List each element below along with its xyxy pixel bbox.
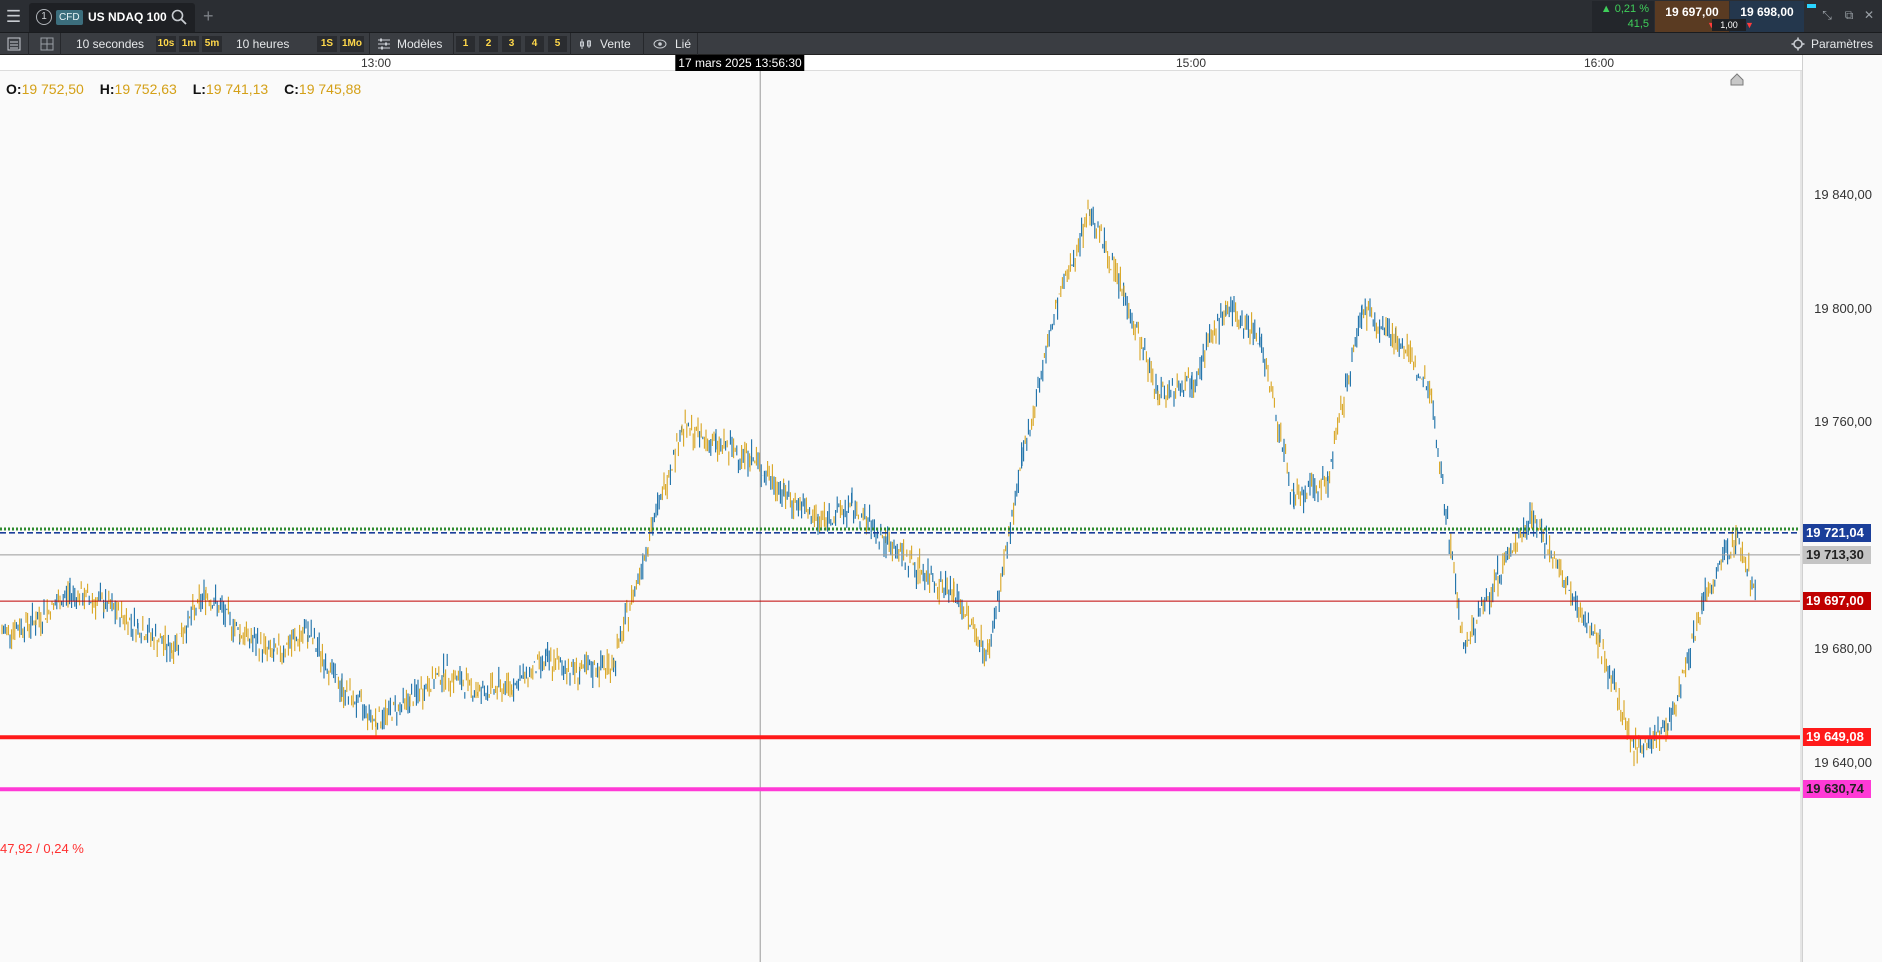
ohlc-low-value: 19 741,13	[205, 81, 269, 97]
popout-icon[interactable]: ⧉	[1842, 8, 1856, 22]
interval-5m-button[interactable]: 5m	[202, 36, 222, 52]
ohlc-close-label: C:	[284, 81, 299, 97]
spread-value: 1,00	[1712, 19, 1746, 31]
time-axis: 13:00 17 mars 2025 13:56:30 15:00 16:00	[0, 55, 1802, 71]
order-icon	[580, 39, 591, 49]
ohlc-open-value: 19 752,50	[21, 81, 84, 97]
layout-icon[interactable]	[39, 36, 55, 52]
toolbar-divider	[643, 33, 644, 55]
trading-chart-window: ☰ 1 CFD US NDAQ 100 + ▲ 0,21 % 41,5 19 6…	[0, 0, 1882, 962]
layout-3-button[interactable]: 3	[502, 36, 521, 52]
settings-button[interactable]: Paramètres	[1811, 33, 1873, 55]
price-chart[interactable]	[0, 71, 1882, 962]
price-tick-label: 19 680,00	[1814, 641, 1872, 657]
price-tick-label: 19 640,00	[1814, 755, 1872, 770]
eye-icon	[653, 39, 667, 49]
time-tick-label: 13:00	[360, 56, 392, 70]
buy-down-arrow-icon: ▼	[1745, 20, 1754, 30]
interval-10s-button[interactable]: 10s	[156, 36, 176, 52]
buy-price: 19 698,00	[1740, 5, 1794, 19]
price-axis[interactable]: 19 721,04 19 713,30 19 697,00 19 649,08 19 6…	[1802, 55, 1882, 962]
price-level-flag[interactable]: 19 649,08	[1803, 728, 1871, 747]
range-1mo-button[interactable]: 1Mo	[340, 36, 364, 52]
toolbar-divider	[369, 33, 370, 55]
toolbar-divider	[570, 33, 571, 55]
toolbar-divider	[453, 33, 454, 55]
instrument-tab[interactable]: 1 CFD US NDAQ 100	[29, 3, 195, 32]
ohlc-low-label: L:	[192, 81, 206, 97]
linked-button[interactable]: Lié	[675, 33, 691, 55]
price-tick-label: 19 760,00	[1814, 414, 1872, 430]
toolbar-divider	[60, 33, 61, 55]
toolbar-divider	[28, 33, 29, 55]
crosshair-time-label: 17 mars 2025 13:56:30	[675, 55, 805, 71]
ohlc-close-value: 19 745,88	[298, 81, 362, 97]
tab-number: 1	[36, 9, 52, 25]
time-tick-label: 16:00	[1583, 56, 1615, 70]
range-1s-button[interactable]: 1S	[317, 36, 337, 52]
sell-order-button[interactable]: Vente	[600, 33, 631, 55]
change-percent: ▲ 0,21 %	[1600, 3, 1649, 15]
position-pnl-label: 47,92 / 0,24 %	[0, 841, 84, 856]
list-icon[interactable]	[6, 36, 22, 52]
add-tab-icon[interactable]: +	[203, 4, 214, 28]
interval-dropdown[interactable]: 10 secondes	[76, 33, 144, 55]
time-tick-label: 15:00	[1175, 56, 1207, 70]
layout-5-button[interactable]: 5	[548, 36, 567, 52]
ohlc-readout: O:19 752,50 H:19 752,63 L:19 741,13 C:19…	[6, 81, 373, 97]
templates-icon	[378, 38, 390, 50]
layout-1-button[interactable]: 1	[456, 36, 475, 52]
instrument-title: US NDAQ 100	[88, 10, 167, 24]
templates-button[interactable]: Modèles	[397, 33, 442, 55]
price-tick-label: 19 800,00	[1814, 300, 1872, 316]
ohlc-high-value: 19 752,63	[114, 81, 177, 97]
range-dropdown[interactable]: 10 heures	[236, 33, 289, 55]
interval-1m-button[interactable]: 1m	[179, 36, 199, 52]
hamburger-icon[interactable]: ☰	[0, 0, 27, 33]
toolbar-divider	[697, 33, 698, 55]
price-level-flag[interactable]: 19 713,30	[1803, 545, 1871, 564]
gear-icon	[1791, 37, 1805, 51]
home-icon[interactable]	[1730, 72, 1744, 86]
layout-4-button[interactable]: 4	[525, 36, 544, 52]
ohlc-high-label: H:	[99, 81, 115, 97]
ohlc-open-label: O:	[6, 81, 22, 97]
close-icon[interactable]: ✕	[1862, 8, 1876, 22]
link-color-indicator	[1807, 4, 1816, 8]
cfd-badge: CFD	[56, 10, 83, 25]
change-points: 41,5	[1627, 18, 1649, 30]
sell-price: 19 697,00	[1665, 5, 1719, 19]
price-level-flag[interactable]: 19 630,74	[1803, 780, 1871, 799]
top-bar: ☰ 1 CFD US NDAQ 100 + ▲ 0,21 % 41,5 19 6…	[0, 0, 1882, 33]
collapse-icon[interactable]: ⤡	[1820, 8, 1834, 22]
search-icon[interactable]	[170, 8, 188, 26]
daily-change-box: ▲ 0,21 % 41,5	[1592, 1, 1654, 32]
price-tick-label: 19 840,00	[1814, 187, 1872, 202]
price-level-flag[interactable]: 19 697,00	[1803, 592, 1871, 611]
chart-toolbar: 10 secondes 10s 1m 5m 10 heures 1S 1Mo M…	[0, 33, 1882, 55]
layout-2-button[interactable]: 2	[479, 36, 498, 52]
price-level-flag[interactable]: 19 721,04	[1803, 523, 1871, 542]
